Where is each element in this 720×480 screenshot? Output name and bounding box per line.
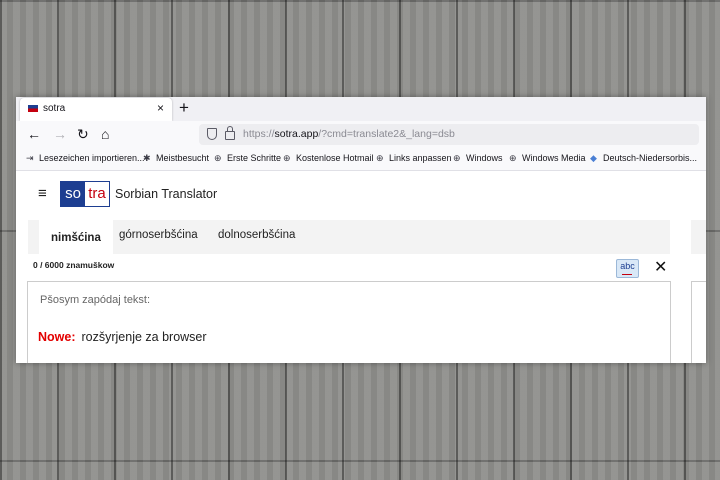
language-tabs: nimšćina górnoserbšćina dolnoserbšćina (28, 220, 670, 254)
url-bar[interactable]: https://sotra.app/?cmd=translate2&_lang=… (199, 124, 699, 145)
translator-icon: ◆ (590, 153, 597, 163)
browser-window: sotra × + ← → ↻ ⌂ https://sotra.app/?cmd… (16, 97, 706, 363)
back-arrow-icon[interactable]: ← (27, 125, 41, 143)
bookmark-import[interactable]: ⇥ Lesezeichen importieren... (26, 153, 145, 164)
home-icon[interactable]: ⌂ (101, 125, 109, 143)
globe-icon: ⊕ (509, 153, 517, 163)
bookmark-links-anpassen[interactable]: ⊕ Links anpassen (376, 153, 452, 164)
output-panel-header (691, 220, 706, 254)
browser-tab[interactable]: sotra × (20, 98, 172, 121)
bookmark-erste-schritte[interactable]: ⊕ Erste Schritte (214, 153, 281, 164)
tab-strip: sotra × + (16, 97, 706, 121)
page-content: ≡ so tra Sorbian Translator nimšćina gór… (16, 171, 706, 363)
spellcheck-button[interactable]: abc (616, 259, 639, 278)
globe-icon: ⊕ (214, 153, 222, 163)
tab-gornoserbscina[interactable]: górnoserbšćina (119, 229, 198, 241)
tab-close-icon[interactable]: × (157, 101, 164, 115)
bookmark-windows-media[interactable]: ⊕ Windows Media (509, 153, 586, 164)
news-notice[interactable]: Nowe: rozšyrjenje za browser (38, 330, 207, 344)
bookmark-windows[interactable]: ⊕ Windows (453, 153, 503, 164)
tracking-shield-icon[interactable] (207, 128, 217, 140)
globe-icon: ⊕ (376, 153, 384, 163)
new-tab-button[interactable]: + (179, 98, 189, 118)
globe-icon: ⊕ (283, 153, 291, 163)
news-text: rozšyrjenje za browser (81, 330, 207, 344)
input-placeholder: Pšosym zapódaj tekst: (40, 294, 151, 306)
output-panel (691, 281, 706, 363)
flag-favicon-icon (28, 105, 38, 112)
logo-so: so (61, 182, 85, 206)
clear-text-icon[interactable]: ✕ (654, 257, 667, 277)
logo-tra: tra (85, 182, 109, 206)
sotra-logo[interactable]: so tra (60, 181, 110, 207)
source-text-input[interactable]: Pšosym zapódaj tekst: Nowe: rozšyrjenje z… (27, 281, 671, 363)
news-label: Nowe: (38, 330, 76, 344)
menu-icon[interactable]: ≡ (38, 185, 47, 202)
url-text[interactable]: https://sotra.app/?cmd=translate2&_lang=… (243, 128, 455, 140)
reload-icon[interactable]: ↻ (77, 125, 89, 143)
bookmark-meistbesucht[interactable]: ✱ Meistbesucht (143, 153, 209, 164)
character-counter: 0 / 6000 znamuškow (33, 260, 115, 270)
tab-dolnoserbscina[interactable]: dolnoserbšćina (218, 229, 295, 241)
forward-arrow-icon[interactable]: → (53, 125, 67, 143)
tab-nimscina[interactable]: nimšćina (39, 220, 113, 254)
gear-icon: ✱ (143, 153, 151, 163)
globe-icon: ⊕ (453, 153, 461, 163)
import-icon: ⇥ (26, 153, 34, 163)
bookmarks-bar: ⇥ Lesezeichen importieren... ✱ Meistbesuch… (16, 149, 706, 171)
navigation-bar: ← → ↻ ⌂ https://sotra.app/?cmd=translate… (16, 121, 706, 149)
bookmark-deutsch-niedersorbisch[interactable]: ◆ Deutsch-Niedersorbis... (590, 153, 697, 164)
tab-title: sotra (43, 103, 66, 114)
app-title: Sorbian Translator (115, 187, 218, 201)
lock-icon[interactable] (225, 126, 235, 140)
bookmark-hotmail[interactable]: ⊕ Kostenlose Hotmail (283, 153, 374, 164)
